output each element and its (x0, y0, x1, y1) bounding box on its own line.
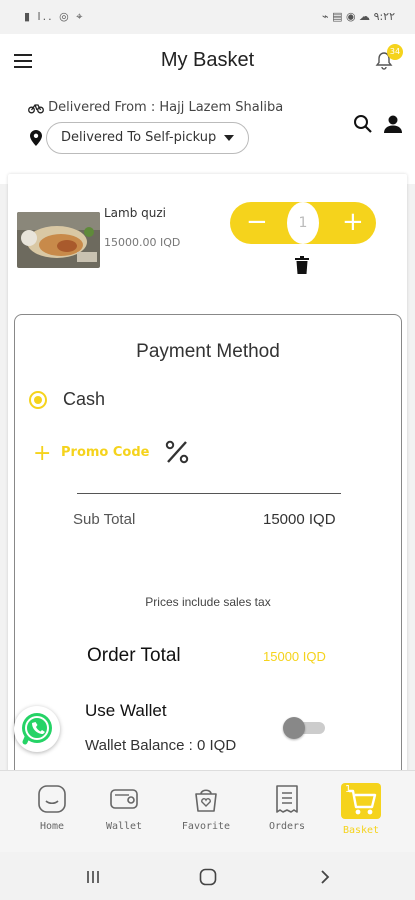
basket-active-tile: 1 (341, 783, 381, 819)
increase-quantity-button[interactable]: + (342, 209, 364, 235)
order-total-label: Order Total (87, 645, 181, 666)
nav-basket[interactable]: 1 Basket (326, 783, 396, 847)
notification-badge: 34 (387, 44, 403, 60)
chevron-down-icon (224, 134, 235, 141)
decrease-quantity-button[interactable]: − (246, 209, 268, 235)
orders-icon (276, 785, 298, 813)
home-system-icon[interactable] (199, 868, 217, 886)
nav-basket-label: Basket (342, 825, 380, 836)
user-icon[interactable] (383, 114, 403, 134)
wallet-balance: Wallet Balance : 0 IQD (85, 737, 237, 754)
nav-wallet[interactable]: Wallet (89, 783, 159, 847)
delivery-type-dropdown[interactable]: Delivered To Self-pickup (46, 122, 250, 154)
use-wallet-toggle[interactable] (283, 717, 327, 739)
sub-total-label: Sub Total (73, 511, 136, 528)
divider (77, 493, 341, 494)
tax-note: Prices include sales tax (145, 595, 271, 609)
promo-code-link[interactable]: Promo Code (61, 445, 149, 460)
recent-apps-icon[interactable] (85, 869, 101, 885)
nav-home[interactable]: Home (17, 783, 87, 847)
status-right: ⌁ ▤ ◉ ☁ ٩:٢٢ (321, 10, 395, 23)
basket-count-badge: 1 (345, 784, 352, 795)
back-chevron-icon[interactable] (318, 869, 332, 885)
nav-home-label: Home (39, 821, 65, 832)
nav-wallet-label: Wallet (105, 821, 143, 832)
item-image (17, 212, 100, 268)
home-icon (38, 785, 66, 813)
app-header: My Basket 34 Delivered From : Hajj Lazem… (0, 34, 415, 184)
item-name: Lamb quzi (104, 206, 167, 220)
bottom-nav: Home Wallet Favorite Orders 1 Basket (0, 770, 415, 852)
whatsapp-icon (22, 713, 52, 745)
page-title: My Basket (160, 49, 255, 71)
search-icon[interactable] (353, 114, 373, 134)
sub-total-value: 15000 IQD (263, 511, 336, 528)
trash-icon[interactable] (295, 256, 309, 274)
delivery-type-value: Delivered To Self-pickup (61, 130, 217, 145)
basket-content: Lamb quzi 15000.00 IQD − 1 + Payment Met… (0, 174, 415, 784)
wallet-icon (110, 789, 138, 809)
order-total-value: 15000 IQD (263, 649, 326, 664)
basket-card: Lamb quzi 15000.00 IQD − 1 + Payment Met… (8, 174, 407, 784)
nav-favorite-label: Favorite (181, 821, 231, 832)
cash-label: Cash (63, 389, 106, 409)
add-promo-icon[interactable]: + (33, 443, 51, 465)
nav-orders[interactable]: Orders (252, 783, 322, 847)
location-pin-icon (30, 130, 42, 146)
motorbike-icon (28, 103, 44, 113)
cash-radio[interactable] (29, 391, 47, 409)
use-wallet-label: Use Wallet (85, 701, 167, 720)
quantity-stepper: − 1 + (230, 202, 376, 244)
delivered-from: Delivered From : Hajj Lazem Shaliba (28, 100, 283, 115)
favorite-bag-icon (195, 789, 217, 812)
quantity-value: 1 (287, 202, 319, 244)
payment-method-title: Payment Method (136, 341, 280, 362)
item-price: 15000.00 IQD (104, 236, 181, 249)
nav-favorite[interactable]: Favorite (171, 783, 241, 847)
system-nav-bar (0, 852, 415, 900)
delivered-from-text: Delivered From : Hajj Lazem Shaliba (48, 100, 284, 115)
payment-method-panel: Payment Method Cash + Promo Code Sub Tot… (14, 314, 402, 784)
toggle-thumb (283, 717, 305, 739)
nav-orders-label: Orders (268, 821, 306, 832)
status-left: ▮ l.. ◎ ⌖ (24, 10, 85, 23)
percent-icon (165, 440, 189, 464)
whatsapp-button[interactable] (14, 706, 60, 752)
status-bar: ▮ l.. ◎ ⌖ ⌁ ▤ ◉ ☁ ٩:٢٢ (0, 0, 415, 34)
